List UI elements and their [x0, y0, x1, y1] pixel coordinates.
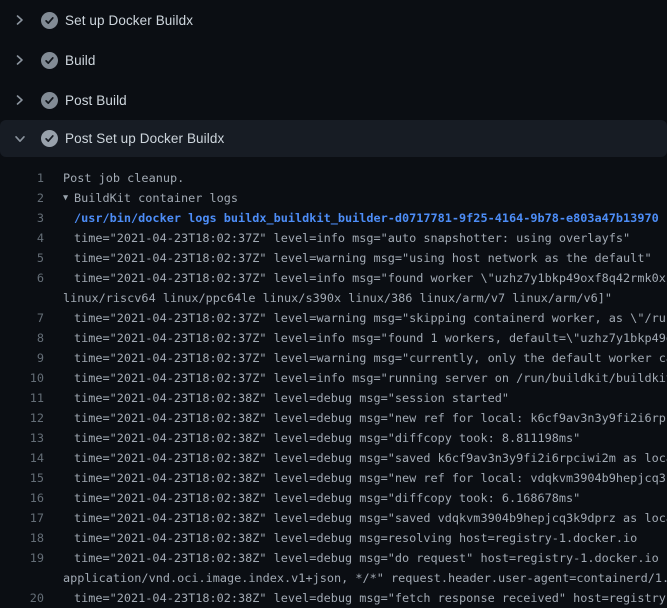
check-circle-icon [41, 92, 58, 109]
log-line: 6 time="2021-04-23T18:02:37Z" level=info… [0, 268, 667, 288]
log-line: 13 time="2021-04-23T18:02:38Z" level=deb… [0, 428, 667, 448]
log-line: 15 time="2021-04-23T18:02:38Z" level=deb… [0, 468, 667, 488]
log-line: 11 time="2021-04-23T18:02:38Z" level=deb… [0, 388, 667, 408]
log-line: 20 time="2021-04-23T18:02:38Z" level=deb… [0, 588, 667, 608]
log-line: 12 time="2021-04-23T18:02:38Z" level=deb… [0, 408, 667, 428]
step-label: Post Set up Docker Buildx [65, 131, 224, 146]
line-text: time="2021-04-23T18:02:37Z" level=warnin… [74, 308, 667, 328]
line-text: time="2021-04-23T18:02:37Z" level=info m… [74, 368, 667, 388]
chevron-down-icon [12, 131, 28, 147]
step-set-up-docker-buildx[interactable]: Set up Docker Buildx [0, 0, 667, 40]
line-text: time="2021-04-23T18:02:38Z" level=debug … [74, 388, 509, 408]
chevron-right-icon [12, 92, 28, 108]
line-number[interactable]: 6 [0, 268, 44, 288]
group-toggle-icon[interactable]: ▼ [63, 188, 68, 208]
line-text: time="2021-04-23T18:02:38Z" level=debug … [74, 508, 667, 528]
line-number[interactable]: 19 [0, 548, 44, 568]
line-number[interactable]: 8 [0, 328, 44, 348]
log-line: 1 Post job cleanup. [0, 168, 667, 188]
line-number[interactable]: 14 [0, 448, 44, 468]
log-line: 16 time="2021-04-23T18:02:38Z" level=deb… [0, 488, 667, 508]
log-line: 18 time="2021-04-23T18:02:38Z" level=deb… [0, 528, 667, 548]
line-number[interactable]: 9 [0, 348, 44, 368]
check-circle-icon [41, 130, 58, 147]
line-number[interactable]: 7 [0, 308, 44, 328]
line-number[interactable]: 4 [0, 228, 44, 248]
line-text: time="2021-04-23T18:02:38Z" level=debug … [74, 488, 580, 508]
line-number[interactable]: 10 [0, 368, 44, 388]
log-line: 14 time="2021-04-23T18:02:38Z" level=deb… [0, 448, 667, 468]
step-post-build[interactable]: Post Build [0, 80, 667, 120]
step-label: Build [65, 53, 96, 68]
line-number[interactable]: 11 [0, 388, 44, 408]
chevron-right-icon [12, 12, 28, 28]
log-line: 3 /usr/bin/docker logs buildx_buildkit_b… [0, 208, 667, 228]
log-line: 5 time="2021-04-23T18:02:37Z" level=warn… [0, 248, 667, 268]
line-text: time="2021-04-23T18:02:38Z" level=debug … [74, 588, 667, 608]
line-number[interactable]: 20 [0, 588, 44, 608]
log-line: application/vnd.oci.image.index.v1+json,… [0, 568, 667, 588]
line-number[interactable]: 16 [0, 488, 44, 508]
line-text: time="2021-04-23T18:02:37Z" level=info m… [74, 268, 667, 288]
step-label: Set up Docker Buildx [65, 13, 193, 28]
check-circle-icon [41, 52, 58, 69]
line-text: time="2021-04-23T18:02:38Z" level=debug … [74, 548, 667, 568]
line-text: Post job cleanup. [63, 168, 184, 188]
steps-list: Set up Docker Buildx Build Post Build Po… [0, 0, 667, 157]
line-text: time="2021-04-23T18:02:37Z" level=info m… [74, 328, 667, 348]
log-line: 7 time="2021-04-23T18:02:37Z" level=warn… [0, 308, 667, 328]
line-number[interactable]: 12 [0, 408, 44, 428]
step-label: Post Build [65, 93, 127, 108]
log-line: 2 ▼ BuildKit container logs [0, 188, 667, 208]
line-number[interactable]: 15 [0, 468, 44, 488]
line-text: time="2021-04-23T18:02:38Z" level=debug … [74, 408, 667, 428]
step-build[interactable]: Build [0, 40, 667, 80]
chevron-right-icon [12, 52, 28, 68]
log-line: 17 time="2021-04-23T18:02:38Z" level=deb… [0, 508, 667, 528]
log-line: 9 time="2021-04-23T18:02:37Z" level=warn… [0, 348, 667, 368]
line-text: time="2021-04-23T18:02:38Z" level=debug … [74, 428, 580, 448]
line-text: time="2021-04-23T18:02:37Z" level=warnin… [74, 248, 652, 268]
step-post-set-up-docker-buildx[interactable]: Post Set up Docker Buildx [0, 120, 667, 157]
log-line: 19 time="2021-04-23T18:02:38Z" level=deb… [0, 548, 667, 568]
line-text: time="2021-04-23T18:02:38Z" level=debug … [74, 448, 667, 468]
line-number[interactable]: 18 [0, 528, 44, 548]
log-line: 10 time="2021-04-23T18:02:37Z" level=inf… [0, 368, 667, 388]
line-number[interactable]: 1 [0, 168, 44, 188]
line-number[interactable]: 17 [0, 508, 44, 528]
line-text: time="2021-04-23T18:02:38Z" level=debug … [74, 528, 637, 548]
log-line: 4 time="2021-04-23T18:02:37Z" level=info… [0, 228, 667, 248]
line-number[interactable]: 13 [0, 428, 44, 448]
line-text: linux/riscv64 linux/ppc64le linux/s390x … [63, 288, 612, 308]
line-number[interactable]: 3 [0, 208, 44, 228]
line-text: time="2021-04-23T18:02:38Z" level=debug … [74, 468, 667, 488]
line-number[interactable]: 2 [0, 188, 44, 208]
line-text: /usr/bin/docker logs buildx_buildkit_bui… [74, 208, 659, 228]
line-text: time="2021-04-23T18:02:37Z" level=warnin… [74, 348, 667, 368]
line-text: application/vnd.oci.image.index.v1+json,… [63, 568, 667, 588]
check-circle-icon [41, 12, 58, 29]
line-text: time="2021-04-23T18:02:37Z" level=info m… [74, 228, 630, 248]
log-viewer: 1 Post job cleanup. 2 ▼ BuildKit contain… [0, 157, 667, 608]
log-line: 8 time="2021-04-23T18:02:37Z" level=info… [0, 328, 667, 348]
line-number[interactable]: 5 [0, 248, 44, 268]
log-line: linux/riscv64 linux/ppc64le linux/s390x … [0, 288, 667, 308]
line-text: BuildKit container logs [74, 188, 238, 208]
